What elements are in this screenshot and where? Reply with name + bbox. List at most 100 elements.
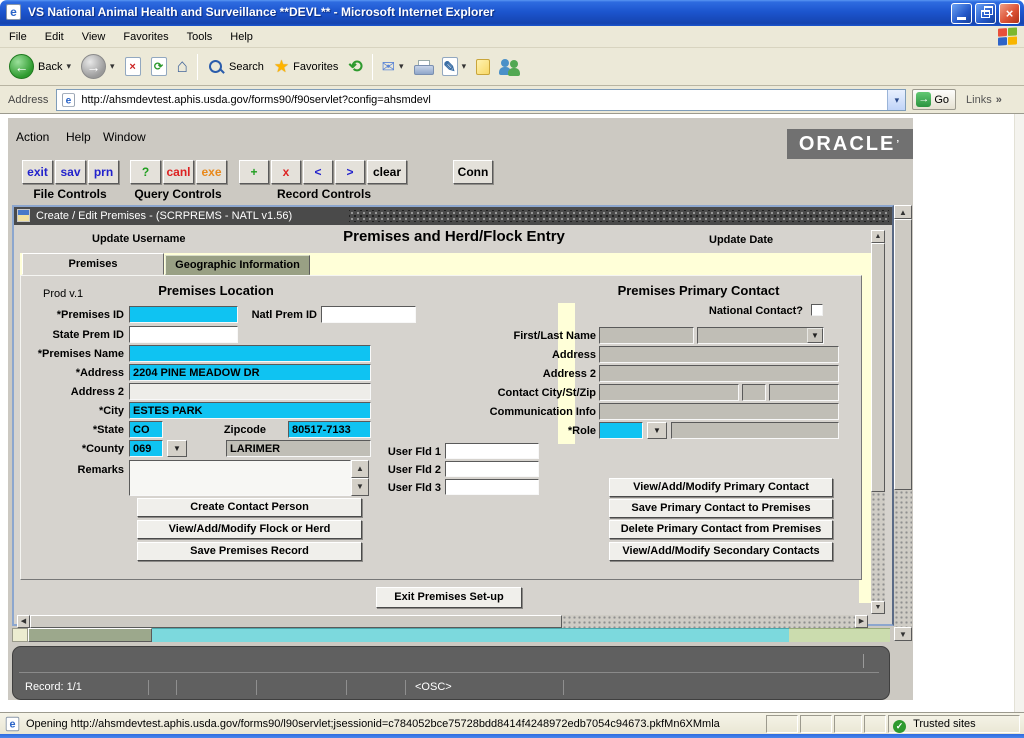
ie-vertical-scrollbar[interactable] bbox=[1014, 114, 1024, 712]
save-premises-record-button[interactable]: Save Premises Record bbox=[137, 542, 362, 561]
links-chevron-icon[interactable]: » bbox=[996, 94, 1002, 106]
delete-record-button[interactable]: x bbox=[271, 160, 301, 184]
role-dropdown-button[interactable]: ▼ bbox=[647, 422, 667, 439]
contact-address2-field[interactable] bbox=[599, 365, 839, 382]
stop-button[interactable]: × bbox=[120, 57, 146, 76]
scrollbar-left-cap[interactable] bbox=[12, 628, 28, 642]
premises-name-field[interactable] bbox=[129, 345, 371, 362]
print-button[interactable] bbox=[409, 60, 437, 74]
user-fld2-field[interactable] bbox=[445, 461, 539, 477]
cancel-query-button[interactable]: canl bbox=[163, 160, 194, 184]
refresh-button[interactable]: ⟳ bbox=[146, 57, 172, 76]
save-primary-contact-button[interactable]: Save Primary Contact to Premises bbox=[609, 499, 833, 518]
conn-button[interactable]: Conn bbox=[453, 160, 493, 184]
contact-zip-field[interactable] bbox=[769, 384, 839, 401]
address-input[interactable]: e http://ahsmdevtest.aphis.usda.gov/form… bbox=[56, 89, 906, 111]
enter-query-button[interactable]: ? bbox=[130, 160, 161, 184]
contact-address-field[interactable] bbox=[599, 346, 839, 363]
notes-button[interactable] bbox=[471, 59, 495, 75]
contact-city-field[interactable] bbox=[599, 384, 739, 401]
mail-caret-icon[interactable]: ▾ bbox=[399, 61, 404, 72]
state-prem-id-field[interactable] bbox=[129, 326, 238, 343]
restore-button[interactable] bbox=[975, 3, 996, 24]
search-button[interactable]: Search bbox=[202, 58, 269, 76]
menu-file[interactable]: File bbox=[0, 28, 36, 46]
address-field[interactable]: 2204 PINE MEADOW DR bbox=[129, 364, 371, 381]
remarks-scroll-up-button[interactable]: ▲ bbox=[351, 460, 369, 478]
print-record-button[interactable]: prn bbox=[88, 160, 119, 184]
back-caret-icon[interactable]: ▾ bbox=[66, 61, 71, 72]
home-button[interactable]: ⌂ bbox=[172, 56, 193, 78]
scrollbar-track-cyan[interactable] bbox=[152, 628, 789, 642]
user-fld3-field[interactable] bbox=[445, 479, 539, 495]
scroll-up-button[interactable]: ▲ bbox=[894, 205, 912, 219]
scroll-up-button[interactable]: ▲ bbox=[871, 230, 885, 243]
next-record-button[interactable]: > bbox=[335, 160, 365, 184]
mail-button[interactable]: ✉ ▾ bbox=[377, 57, 409, 77]
zipcode-field[interactable]: 80517-7133 bbox=[288, 421, 371, 438]
scrollbar-thumb[interactable] bbox=[871, 243, 885, 492]
scroll-left-button[interactable]: ◀ bbox=[17, 615, 30, 628]
minimize-button[interactable] bbox=[951, 3, 972, 24]
messenger-button[interactable] bbox=[495, 58, 525, 76]
last-name-dropdown-button[interactable]: ▼ bbox=[807, 328, 823, 343]
menu-favorites[interactable]: Favorites bbox=[114, 28, 177, 46]
links-bar[interactable]: Links » bbox=[966, 94, 1002, 106]
scrollbar-thumb[interactable] bbox=[30, 615, 562, 628]
menu-tools[interactable]: Tools bbox=[178, 28, 222, 46]
scrollbar-track[interactable] bbox=[871, 492, 885, 601]
insert-record-button[interactable]: + bbox=[239, 160, 269, 184]
menu-edit[interactable]: Edit bbox=[36, 28, 73, 46]
create-contact-person-button[interactable]: Create Contact Person bbox=[137, 498, 362, 517]
delete-primary-contact-button[interactable]: Delete Primary Contact from Premises bbox=[609, 520, 833, 539]
canvas-horizontal-scrollbar[interactable]: ◀ ▶ bbox=[17, 615, 868, 628]
canvas-vertical-scrollbar[interactable]: ▲ ▼ bbox=[871, 230, 885, 614]
national-contact-checkbox[interactable] bbox=[811, 304, 823, 316]
view-add-modify-primary-contact-button[interactable]: View/Add/Modify Primary Contact bbox=[609, 478, 833, 497]
view-add-modify-flock-button[interactable]: View/Add/Modify Flock or Herd bbox=[137, 520, 362, 539]
menu-view[interactable]: View bbox=[73, 28, 115, 46]
edit-button[interactable]: ✎ ▾ bbox=[437, 57, 472, 76]
scroll-right-button[interactable]: ▶ bbox=[855, 615, 868, 628]
scroll-down-button[interactable]: ▼ bbox=[871, 601, 885, 614]
view-add-modify-secondary-contacts-button[interactable]: View/Add/Modify Secondary Contacts bbox=[609, 542, 833, 561]
contact-state-field[interactable] bbox=[742, 384, 766, 401]
forward-button[interactable]: → ▾ bbox=[76, 54, 120, 79]
close-button[interactable]: × bbox=[999, 3, 1020, 24]
last-name-field[interactable] bbox=[697, 327, 824, 344]
forward-caret-icon[interactable]: ▾ bbox=[110, 61, 115, 72]
applet-horizontal-scrollbar[interactable] bbox=[12, 628, 890, 642]
remarks-scroll-down-button[interactable]: ▼ bbox=[351, 478, 369, 496]
edit-caret-icon[interactable]: ▾ bbox=[462, 61, 467, 72]
scrollbar-thumb[interactable] bbox=[894, 219, 912, 490]
menu-help[interactable]: Help bbox=[221, 28, 262, 46]
applet-menu-window[interactable]: Window bbox=[103, 130, 146, 144]
user-fld1-field[interactable] bbox=[445, 443, 539, 459]
favorites-button[interactable]: ★ Favorites bbox=[269, 57, 344, 77]
exit-button[interactable]: exit bbox=[22, 160, 53, 184]
applet-menu-action[interactable]: Action bbox=[16, 130, 49, 144]
scroll-down-button[interactable]: ▼ bbox=[894, 627, 912, 641]
remarks-field[interactable] bbox=[129, 460, 351, 496]
county-code-field[interactable]: 069 bbox=[129, 440, 163, 457]
scrollbar-track[interactable] bbox=[894, 490, 912, 627]
save-button[interactable]: sav bbox=[55, 160, 86, 184]
go-button[interactable]: → Go bbox=[912, 89, 956, 110]
form-window-titlebar[interactable]: Create / Edit Premises - (SCRPREMS - NAT… bbox=[14, 207, 892, 225]
communication-info-field[interactable] bbox=[599, 403, 839, 420]
natl-prem-id-field[interactable] bbox=[321, 306, 416, 323]
city-field[interactable]: ESTES PARK bbox=[129, 402, 371, 419]
address-dropdown-button[interactable]: ▾ bbox=[887, 90, 905, 110]
back-button[interactable]: ← Back ▾ bbox=[4, 54, 76, 79]
role-field[interactable] bbox=[599, 422, 643, 439]
exit-premises-setup-button[interactable]: Exit Premises Set-up bbox=[376, 587, 522, 608]
state-field[interactable]: CO bbox=[129, 421, 163, 438]
premises-id-field[interactable] bbox=[129, 306, 238, 323]
history-button[interactable]: ⟲ bbox=[343, 57, 367, 77]
address-url[interactable]: http://ahsmdevtest.aphis.usda.gov/forms9… bbox=[81, 94, 430, 106]
scrollbar-track-green[interactable] bbox=[789, 628, 890, 642]
scrollbar-thumb[interactable] bbox=[28, 628, 152, 642]
scrollbar-track[interactable] bbox=[562, 615, 855, 628]
applet-vertical-scrollbar[interactable]: ▲ ▼ bbox=[894, 205, 912, 641]
tab-premises[interactable]: Premises bbox=[22, 253, 164, 275]
